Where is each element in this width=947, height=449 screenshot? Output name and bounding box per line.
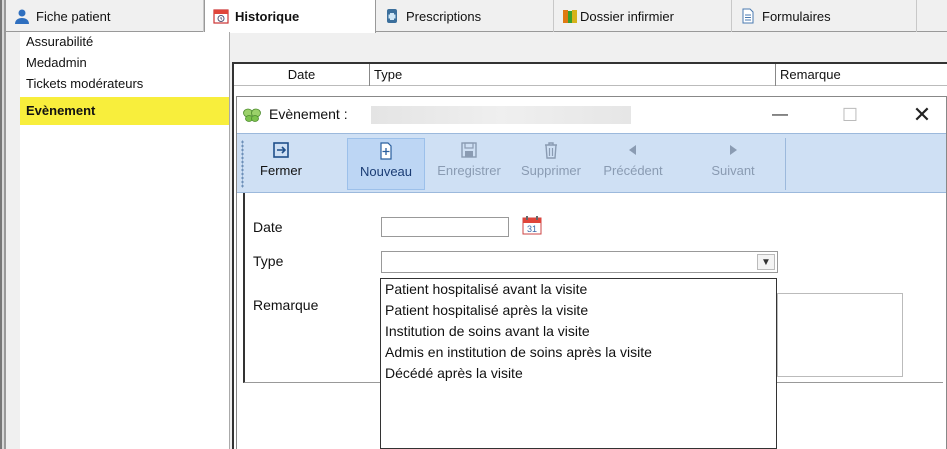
tab-label: Formulaires [762,8,831,24]
close-button[interactable]: ✕ [907,103,937,127]
suivant-button[interactable]: Suivant [701,138,765,190]
dialog-title: Evènement : [269,106,348,122]
exit-icon [273,142,289,158]
sidebar-item-tickets-moderateurs[interactable]: Tickets modérateurs [20,74,229,95]
fermer-label: Fermer [260,163,302,178]
precedent-button[interactable]: Précédent [595,138,671,190]
tab-label: Prescriptions [406,8,482,24]
side-menu: Assurabilité Medadmin Tickets modérateur… [20,32,230,449]
arrow-left-icon [629,145,636,155]
grid-header: Date Type Remarque [234,64,947,86]
column-header-date[interactable]: Date [234,64,370,86]
main-tab-bar: Fiche patient Historique Prescriptions D… [6,0,947,33]
column-header-type[interactable]: Type [370,64,776,86]
dropdown-option[interactable]: Institution de soins avant la visite [381,321,776,342]
calendar-icon [213,9,229,24]
remarque-label: Remarque [253,297,319,313]
maximize-button[interactable]: ☐ [835,103,865,127]
enregistrer-button[interactable]: Enregistrer [427,138,511,190]
fermer-button[interactable]: Fermer [251,138,311,190]
tab-formulaires[interactable]: Formulaires [732,0,917,32]
suivant-label: Suivant [711,163,755,178]
sidebar-item-medadmin[interactable]: Medadmin [20,53,229,74]
svg-text:31: 31 [527,224,537,234]
butterfly-icon [243,108,261,122]
person-icon [15,9,29,24]
type-label: Type [253,253,284,269]
remarque-textarea[interactable] [777,293,903,377]
tab-label: Fiche patient [36,8,111,24]
type-dropdown-list: Patient hospitalisé avant la visite Pati… [380,278,777,449]
precedent-label: Précédent [603,163,663,178]
document-icon [742,8,754,24]
window-left-border [0,0,6,449]
date-input[interactable] [381,217,509,237]
date-label: Date [253,219,283,235]
tab-prescriptions[interactable]: Prescriptions [376,0,554,32]
tab-label: Dossier infirmier [580,8,674,24]
column-header-remarque[interactable]: Remarque [776,64,947,86]
nouveau-label: Nouveau [359,164,413,179]
toolbar-grip[interactable] [241,140,244,188]
dropdown-option[interactable]: Patient hospitalisé après la visite [381,300,776,321]
tab-label: Historique [235,9,300,24]
blurred-patient-name [371,106,631,124]
dropdown-option[interactable]: Patient hospitalisé avant la visite [381,279,776,300]
dropdown-option[interactable]: Admis en institution de soins après la v… [381,342,776,363]
dialog-title-bar: Evènement : — ☐ ✕ [237,97,946,133]
chevron-down-icon[interactable]: ▼ [757,254,775,270]
dialog-toolbar: Fermer Nouveau Enregistrer Supprimer Pré… [237,133,946,193]
sidebar-item-assurabilite[interactable]: Assurabilité [20,32,229,53]
toolbar-separator [785,138,786,190]
dropdown-option[interactable]: Décédé après la visite [381,363,776,384]
tab-dossier-infirmier[interactable]: Dossier infirmier [554,0,732,32]
save-icon [461,142,477,158]
prescription-icon [387,9,397,23]
supprimer-button[interactable]: Supprimer [513,138,589,190]
type-combobox[interactable]: ▼ [381,251,778,273]
supprimer-label: Supprimer [521,163,581,178]
new-document-icon [380,142,392,160]
tab-fiche-patient[interactable]: Fiche patient [6,0,204,32]
minimize-button[interactable]: — [765,103,795,127]
trash-icon [545,142,557,159]
calendar-picker-icon[interactable]: 31 [521,215,543,235]
arrow-right-icon [730,145,737,155]
books-icon [563,10,577,23]
enregistrer-label: Enregistrer [437,163,501,178]
nouveau-button[interactable]: Nouveau [347,138,425,190]
tab-historique[interactable]: Historique [204,0,376,33]
sidebar-item-evenement[interactable]: Evènement [20,97,229,125]
